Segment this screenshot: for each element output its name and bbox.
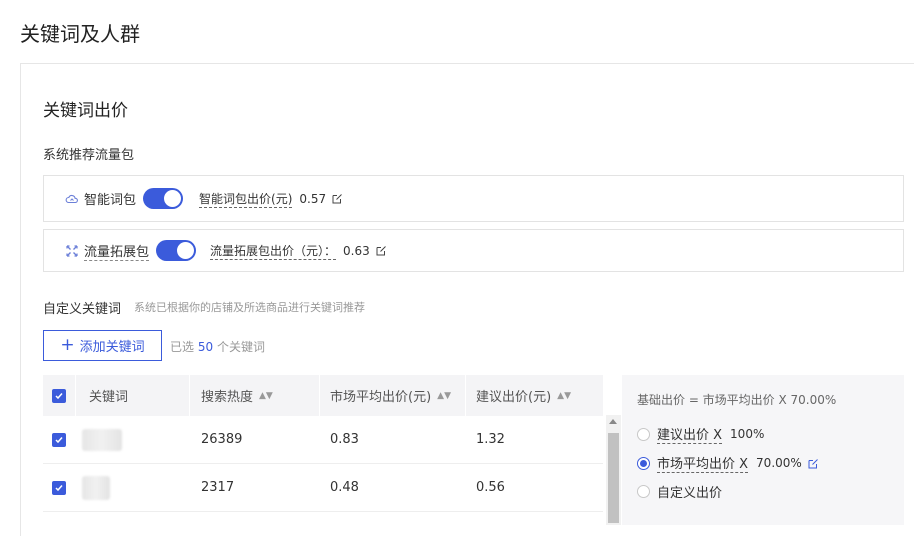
smart-package-toggle[interactable] — [143, 188, 184, 209]
expand-package-toggle[interactable] — [156, 240, 197, 261]
option-label: 建议出价 X — [657, 424, 723, 444]
add-keyword-button[interactable]: + 添加关键词 — [43, 330, 162, 361]
option-value: 70.00% — [756, 456, 802, 470]
option-label: 自定义出价 — [657, 486, 723, 501]
table-row: 2317 0.48 0.56 — [43, 464, 603, 512]
edit-icon[interactable] — [376, 245, 387, 256]
blurred-keyword — [82, 428, 122, 451]
header-market-avg[interactable]: 市场平均出价(元) ▲▼ — [320, 375, 466, 416]
header-heat[interactable]: 搜索热度 ▲▼ — [190, 375, 320, 416]
package-name: 流量拓展包 — [84, 241, 150, 261]
blurred-keyword — [82, 475, 110, 500]
edit-icon[interactable] — [332, 193, 343, 204]
package-price-label: 智能词包出价(元) — [199, 191, 293, 208]
section-title: 关键词出价 — [43, 101, 128, 121]
selected-count-info: 已选 50 个关键词 — [170, 338, 265, 355]
header-suggest[interactable]: 建议出价(元) ▲▼ — [466, 375, 603, 416]
radio-market-avg[interactable] — [637, 456, 650, 470]
expand-icon — [65, 244, 79, 258]
add-keyword-label: 添加关键词 — [79, 340, 145, 355]
recommend-title: 系统推荐流量包 — [43, 148, 135, 163]
selected-count: 50 — [197, 340, 214, 354]
selected-suffix: 个关键词 — [216, 340, 265, 354]
table-header: 关键词 搜索热度 ▲▼ 市场平均出价(元) ▲▼ 建议出价(元) ▲▼ — [43, 375, 603, 416]
radio-custom[interactable] — [637, 485, 650, 498]
custom-keyword-hint: 系统已根据你的店铺及所选商品进行关键词推荐 — [134, 301, 365, 314]
selected-prefix: 已选 — [170, 340, 195, 354]
keyword-cell — [76, 464, 190, 511]
header-keyword: 关键词 — [76, 375, 190, 416]
keyword-table: 关键词 搜索热度 ▲▼ 市场平均出价(元) ▲▼ 建议出价(元) ▲▼ 26389 0… — [43, 375, 603, 512]
edit-icon[interactable] — [808, 458, 819, 469]
header-check-cell — [43, 375, 76, 416]
package-name: 智能词包 — [84, 193, 137, 208]
select-all-checkbox[interactable] — [52, 388, 66, 403]
bid-option-custom[interactable]: 自定义出价 — [637, 482, 722, 501]
avg-cell: 0.83 — [330, 432, 359, 447]
scroll-up-icon[interactable] — [609, 419, 617, 424]
toggle-knob — [177, 242, 195, 259]
suggest-cell: 0.56 — [476, 480, 505, 495]
base-bid-panel: 基础出价 = 市场平均出价 X 70.00% 建议出价 X 100% 市场平均出… — [622, 375, 904, 525]
package-price-value: 0.63 — [343, 243, 370, 258]
package-price-value: 0.57 — [299, 191, 327, 206]
sort-icon[interactable]: ▲▼ — [557, 391, 571, 401]
option-label: 市场平均出价 X — [657, 453, 749, 473]
bid-option-suggest[interactable]: 建议出价 X 100% — [637, 424, 764, 444]
keyword-cell — [76, 416, 190, 463]
suggest-cell: 1.32 — [476, 432, 505, 447]
plus-icon: + — [60, 335, 75, 355]
row-checkbox[interactable] — [52, 432, 66, 447]
package-price-label: 流量拓展包出价（元）： — [210, 243, 337, 260]
table-scrollbar[interactable] — [606, 415, 621, 525]
radio-suggest[interactable] — [637, 427, 650, 441]
expand-package-row: 流量拓展包 流量拓展包出价（元）： 0.63 — [43, 229, 904, 272]
header-suggest-label: 建议出价(元) — [476, 390, 552, 405]
header-avg-label: 市场平均出价(元) — [330, 390, 432, 405]
bid-formula: 基础出价 = 市场平均出价 X 70.00% — [637, 393, 837, 407]
scroll-thumb[interactable] — [608, 433, 619, 523]
heat-cell: 26389 — [201, 432, 243, 447]
option-value: 100% — [730, 427, 765, 441]
cloud-icon — [65, 192, 79, 206]
smart-package-row: 智能词包 智能词包出价(元) 0.57 — [43, 175, 904, 222]
bid-option-market-avg[interactable]: 市场平均出价 X 70.00% — [637, 453, 819, 473]
custom-keyword-title: 自定义关键词 — [43, 302, 122, 317]
toggle-knob — [164, 190, 182, 207]
sort-icon[interactable]: ▲▼ — [437, 391, 451, 401]
row-checkbox[interactable] — [52, 480, 66, 495]
header-keyword-label: 关键词 — [89, 390, 129, 405]
page-title: 关键词及人群 — [20, 22, 140, 46]
heat-cell: 2317 — [201, 480, 235, 495]
sort-icon[interactable]: ▲▼ — [259, 391, 273, 401]
header-heat-label: 搜索热度 — [201, 390, 254, 405]
row-check-cell — [43, 464, 76, 511]
table-row: 26389 0.83 1.32 — [43, 416, 603, 464]
avg-cell: 0.48 — [330, 480, 359, 495]
row-check-cell — [43, 416, 76, 463]
